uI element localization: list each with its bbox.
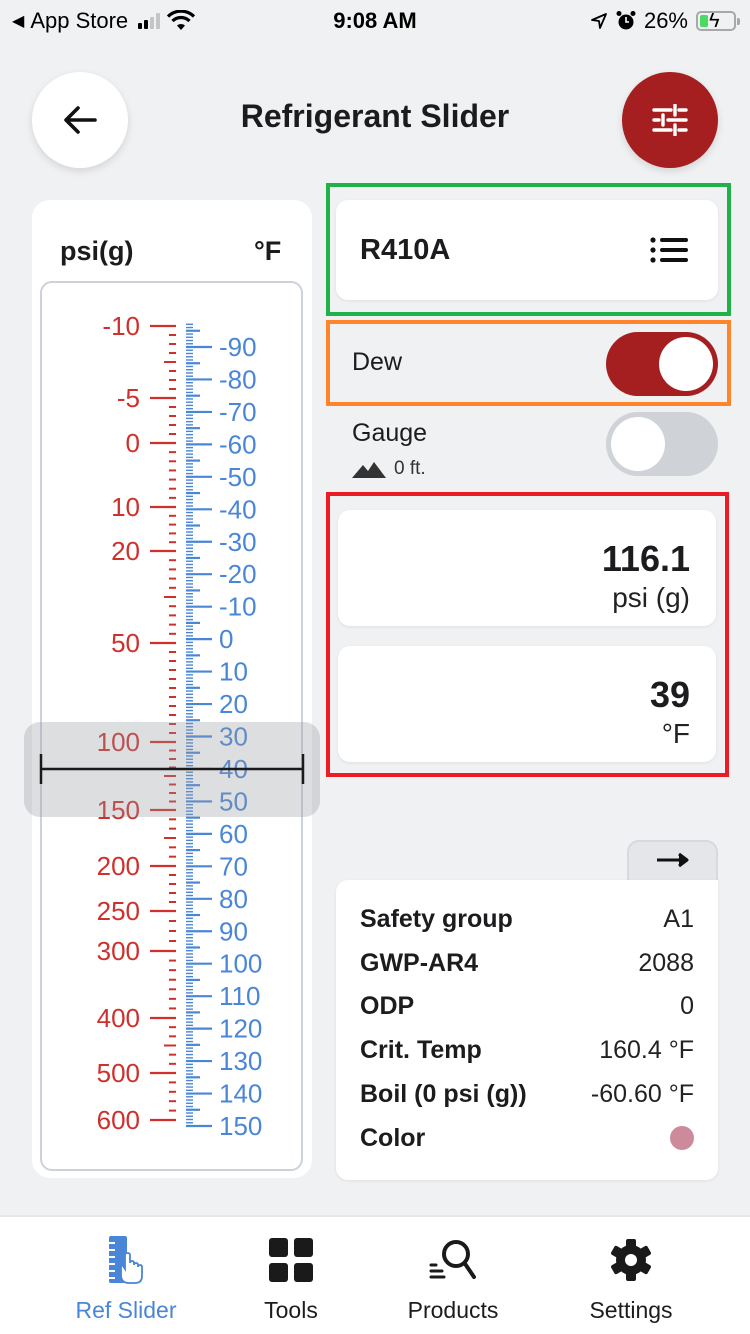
property-value: -60.60 °F	[590, 1079, 694, 1108]
nav-label: Settings	[589, 1297, 673, 1323]
gauge-label: Gauge	[352, 419, 428, 447]
sliders-icon	[652, 104, 688, 136]
nav-label: Tools	[264, 1297, 318, 1323]
dew-toggle[interactable]	[606, 332, 718, 396]
altitude-row[interactable]: 0 ft.	[352, 458, 426, 480]
refrigerant-properties-card: Safety group A1 GWP-AR4 2088 ODP 0 Crit.…	[336, 880, 718, 1180]
property-row: ODP 0	[360, 984, 694, 1028]
pressure-unit: psi (g)	[612, 582, 690, 613]
property-label: Color	[360, 1123, 426, 1152]
refrigerant-name: R410A	[360, 234, 451, 266]
property-label: Boil (0 psi (g))	[360, 1079, 527, 1108]
arrow-right-icon	[656, 852, 688, 868]
property-label: Crit. Temp	[360, 1035, 482, 1064]
filter-button[interactable]	[622, 72, 718, 168]
bottom-nav: Ref Slider Tools Products Settings	[0, 1215, 750, 1334]
nav-label: Ref Slider	[75, 1297, 177, 1323]
ruler-hand-icon	[109, 1236, 143, 1284]
nav-label: Products	[407, 1297, 499, 1323]
property-row: Boil (0 psi (g)) -60.60 °F	[360, 1072, 694, 1116]
property-label: ODP	[360, 991, 415, 1020]
nav-settings[interactable]: Settings	[541, 1217, 721, 1334]
property-value: 0	[680, 991, 694, 1020]
temp-unit-header: °F	[254, 236, 282, 266]
property-value: A1	[663, 904, 694, 933]
pressure-value: 116.1	[601, 538, 690, 579]
property-value: 2088	[638, 948, 694, 977]
battery-charging-icon: ϟ	[696, 10, 740, 32]
slider-selector-handle[interactable]	[24, 722, 320, 817]
color-swatch	[670, 1126, 694, 1150]
status-bar: ◀ App Store 9:08 AM 26% ϟ	[0, 0, 750, 42]
search-list-icon	[429, 1240, 476, 1279]
property-row: GWP-AR4 2088	[360, 941, 694, 985]
property-label: Safety group	[360, 904, 513, 933]
property-value: 160.4 °F	[599, 1035, 694, 1064]
refrigerant-selector[interactable]: R410A	[336, 200, 718, 300]
toggle-knob	[659, 337, 713, 391]
nav-tools[interactable]: Tools	[201, 1217, 381, 1334]
altitude-value: 0 ft.	[394, 458, 426, 479]
property-row: Color	[360, 1116, 694, 1160]
psi-unit-header: psi(g)	[60, 236, 134, 266]
toggle-knob	[611, 417, 665, 471]
temperature-reading-card[interactable]: 39 °F	[338, 646, 716, 762]
property-row: Crit. Temp 160.4 °F	[360, 1028, 694, 1072]
property-row: Safety group A1	[360, 897, 694, 941]
nav-ref-slider[interactable]: Ref Slider	[36, 1217, 216, 1334]
nav-products[interactable]: Products	[363, 1217, 543, 1334]
location-icon	[591, 13, 607, 29]
temperature-unit: °F	[661, 718, 690, 749]
mountain-icon	[352, 462, 386, 478]
pressure-reading-card[interactable]: 116.1 psi (g)	[338, 510, 716, 626]
selector-line	[39, 754, 305, 784]
battery-percent: 26%	[643, 8, 688, 33]
temperature-value: 39	[649, 674, 690, 715]
alarm-icon	[616, 11, 636, 30]
dew-label: Dew	[352, 348, 403, 376]
gauge-toggle[interactable]	[606, 412, 718, 476]
grid-icon	[269, 1238, 313, 1282]
list-icon[interactable]	[650, 237, 688, 263]
gear-icon	[611, 1239, 651, 1281]
property-label: GWP-AR4	[360, 948, 479, 977]
